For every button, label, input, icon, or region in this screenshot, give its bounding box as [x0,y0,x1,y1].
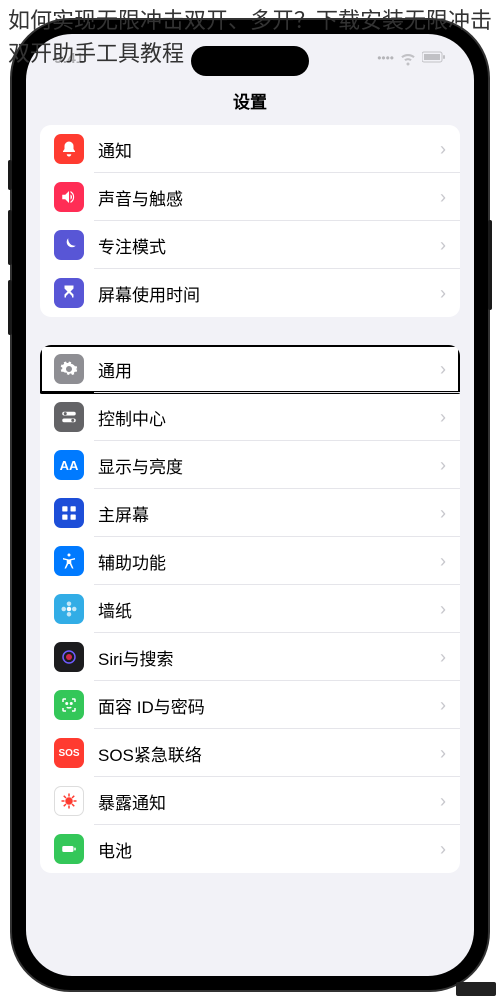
switches-icon [54,402,84,432]
row-label: 显示与亮度 [98,453,440,478]
moon-icon [54,230,84,260]
settings-row-accessibility[interactable]: 辅助功能 › [40,537,460,585]
accessibility-icon [54,546,84,576]
volume-up-button [8,210,12,265]
settings-row-control-center[interactable]: 控制中心 › [40,393,460,441]
article-title: 如何实现无限冲击双开、多开？下载安装无限冲击双开助手工具教程 [0,0,500,78]
chevron-right-icon: › [440,283,446,304]
faceid-icon [54,690,84,720]
row-label: 主屏幕 [98,501,440,526]
chevron-right-icon: › [440,407,446,428]
settings-row-sos[interactable]: SOS SOS紧急联络 › [40,729,460,777]
power-button [488,220,492,310]
battery-icon [54,834,84,864]
settings-row-display[interactable]: AA 显示与亮度 › [40,441,460,489]
virus-icon [54,786,84,816]
phone-frame: 9:41 •••• 设置 通知 [12,20,488,990]
settings-row-exposure[interactable]: 暴露通知 › [40,777,460,825]
chevron-right-icon: › [440,139,446,160]
settings-row-wallpaper[interactable]: 墙纸 › [40,585,460,633]
page-title: 设置 [233,93,267,112]
bell-icon [54,134,84,164]
row-label: 暴露通知 [98,789,440,814]
chevron-right-icon: › [440,695,446,716]
row-label: 面容 ID与密码 [98,693,440,718]
row-label: 电池 [98,837,440,862]
settings-row-notifications[interactable]: 通知 › [40,125,460,173]
chevron-right-icon: › [440,235,446,256]
flower-icon [54,594,84,624]
settings-group: 通知 › 声音与触感 › 专注模式 › [40,125,460,317]
volume-down-button [8,280,12,335]
settings-row-siri[interactable]: Siri与搜索 › [40,633,460,681]
gear-icon [54,354,84,384]
side-button [8,160,12,190]
settings-content: 通知 › 声音与触感 › 专注模式 › [26,125,474,873]
row-label: 辅助功能 [98,549,440,574]
settings-row-homescreen[interactable]: 主屏幕 › [40,489,460,537]
chevron-right-icon: › [440,647,446,668]
row-label: 通用 [98,357,440,382]
settings-row-battery[interactable]: 电池 › [40,825,460,873]
row-label: 通知 [98,137,440,162]
settings-row-focus[interactable]: 专注模式 › [40,221,460,269]
row-label: 控制中心 [98,405,440,430]
hourglass-icon [54,278,84,308]
chevron-right-icon: › [440,743,446,764]
chevron-right-icon: › [440,187,446,208]
settings-group: 通用 › 控制中心 › AA 显示与亮度 › [40,345,460,873]
row-label: 专注模式 [98,233,440,258]
chevron-right-icon: › [440,359,446,380]
chevron-right-icon: › [440,503,446,524]
watermark [456,982,496,996]
chevron-right-icon: › [440,455,446,476]
settings-row-faceid[interactable]: 面容 ID与密码 › [40,681,460,729]
settings-row-screentime[interactable]: 屏幕使用时间 › [40,269,460,317]
chevron-right-icon: › [440,839,446,860]
chevron-right-icon: › [440,551,446,572]
sos-icon: SOS [54,738,84,768]
speaker-icon [54,182,84,212]
chevron-right-icon: › [440,599,446,620]
settings-row-sounds[interactable]: 声音与触感 › [40,173,460,221]
phone-screen: 9:41 •••• 设置 通知 [26,34,474,976]
row-label: SOS紧急联络 [98,741,440,766]
row-label: Siri与搜索 [98,645,440,670]
textsize-icon: AA [54,450,84,480]
row-label: 屏幕使用时间 [98,281,440,306]
nav-bar: 设置 [26,82,474,125]
siri-icon [54,642,84,672]
row-label: 墙纸 [98,597,440,622]
chevron-right-icon: › [440,791,446,812]
row-label: 声音与触感 [98,185,440,210]
grid-icon [54,498,84,528]
settings-row-general[interactable]: 通用 › [40,345,460,393]
